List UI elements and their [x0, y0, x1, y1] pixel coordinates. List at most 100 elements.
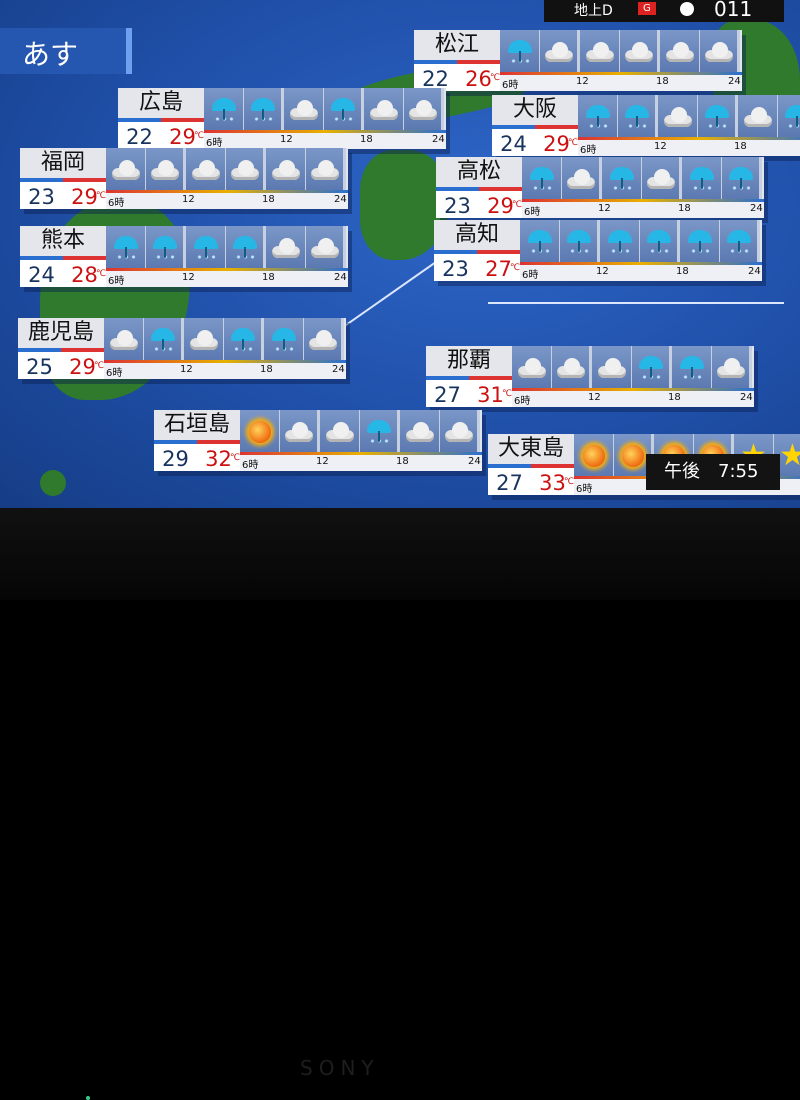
time-label: 18	[678, 203, 691, 214]
time-label: 6時	[108, 194, 124, 209]
city-name: 福岡	[20, 148, 106, 178]
low-temp: 23	[436, 187, 479, 218]
umbrella-rain-icon	[525, 228, 555, 256]
weather-cell	[578, 95, 618, 139]
weather-cell	[520, 220, 560, 264]
umbrella-rain-icon	[527, 165, 557, 193]
weather-cell	[264, 318, 304, 362]
cloud-icon	[307, 330, 339, 350]
channel-indicator: 地上D G 011	[544, 0, 784, 22]
weather-map-screen: あす 地上D G 011 松江 22 26 ℃ 6時 12 18 24 広島 2…	[0, 0, 800, 508]
umbrella-rain-icon	[605, 228, 635, 256]
weather-cell	[738, 95, 778, 139]
time-label: 12	[596, 266, 609, 277]
city-name: 鹿児島	[18, 318, 104, 348]
time-axis: 6時 12 18 24	[106, 270, 348, 287]
sun-icon	[249, 421, 271, 443]
low-temp: 24	[492, 125, 535, 156]
weather-cell	[700, 30, 740, 74]
cloud-icon	[229, 160, 261, 180]
low-temp: 23	[20, 178, 63, 209]
time-label: 18	[260, 364, 273, 375]
time-label: 18	[262, 272, 275, 283]
hourly-icons	[522, 157, 762, 201]
weather-cell	[574, 434, 614, 478]
city-name: 松江	[414, 30, 500, 60]
time-label: 18	[676, 266, 689, 277]
low-temp: 27	[426, 376, 469, 407]
weather-cell	[184, 318, 224, 362]
time-axis: 6時 12 18 24	[240, 454, 482, 471]
forecast-card: 広島 22 29 ℃ 6時 12 18 24	[118, 88, 446, 149]
time-axis: 6時 12 18 24	[104, 362, 346, 379]
umbrella-rain-icon	[328, 96, 358, 124]
city-name: 大阪	[492, 95, 578, 125]
forecast-card: 松江 22 26 ℃ 6時 12 18 24	[414, 30, 742, 91]
time-label: 6時	[524, 203, 540, 218]
umbrella-rain-icon	[607, 165, 637, 193]
weather-cell	[144, 318, 184, 362]
weather-cell	[146, 148, 186, 192]
clock-time: 7:55	[718, 454, 758, 490]
map-land	[40, 470, 66, 496]
time-color-bar	[106, 268, 348, 271]
cloud-icon	[283, 422, 315, 442]
cloud-icon	[596, 358, 628, 378]
cloud-icon	[623, 42, 655, 62]
hourly-icons	[512, 346, 752, 390]
map-divider-line	[488, 302, 784, 304]
umbrella-rain-icon	[230, 234, 260, 262]
weather-cell	[698, 95, 738, 139]
cloud-icon	[584, 42, 616, 62]
time-label: 24	[432, 134, 445, 145]
umbrella-rain-icon	[148, 326, 178, 354]
time-label: 18	[396, 456, 409, 467]
sun-icon	[583, 445, 605, 467]
time-label: 12	[654, 141, 667, 152]
weather-cell	[500, 30, 540, 74]
low-temp: 24	[20, 256, 63, 287]
low-temp: 25	[18, 348, 61, 379]
time-axis: 6時 12 18 24	[512, 390, 754, 407]
umbrella-rain-icon	[724, 228, 754, 256]
weather-cell	[226, 226, 266, 270]
weather-cell	[640, 220, 680, 264]
time-label: 6時	[514, 392, 530, 407]
city-name: 高松	[436, 157, 522, 187]
broadcast-label: 地上D	[574, 0, 613, 20]
weather-cell	[632, 346, 672, 390]
time-color-bar	[522, 199, 764, 202]
time-label: 18	[734, 141, 747, 152]
tv-bezel: SONY	[0, 508, 800, 600]
cloud-icon	[270, 160, 302, 180]
weather-cell	[204, 88, 244, 132]
info-icon	[680, 2, 694, 16]
hourly-icons	[106, 148, 346, 192]
weather-cell	[592, 346, 632, 390]
weather-cell	[642, 157, 682, 201]
time-label: 12	[182, 194, 195, 205]
weather-cell	[680, 220, 720, 264]
weather-cell	[186, 148, 226, 192]
low-temp: 27	[488, 464, 531, 495]
cloud-icon	[368, 100, 400, 120]
weather-cell	[404, 88, 444, 132]
weather-cell	[146, 226, 186, 270]
weather-cell	[778, 95, 800, 139]
weather-cell	[284, 88, 324, 132]
cloud-icon	[443, 422, 475, 442]
temp-unit: ℃	[230, 453, 240, 463]
time-color-bar	[500, 72, 742, 75]
temp-unit: ℃	[510, 263, 520, 273]
time-label: 12	[280, 134, 293, 145]
weather-cell	[560, 220, 600, 264]
time-label: 12	[576, 76, 589, 87]
city-name: 那覇	[426, 346, 512, 376]
weather-cell	[660, 30, 700, 74]
cloud-icon	[703, 42, 735, 62]
forecast-card: 高松 23 29 ℃ 6時 12 18 24	[436, 157, 764, 218]
umbrella-rain-icon	[702, 103, 732, 131]
time-color-bar	[106, 190, 348, 193]
weather-cell	[360, 410, 400, 454]
cloud-icon	[662, 107, 694, 127]
